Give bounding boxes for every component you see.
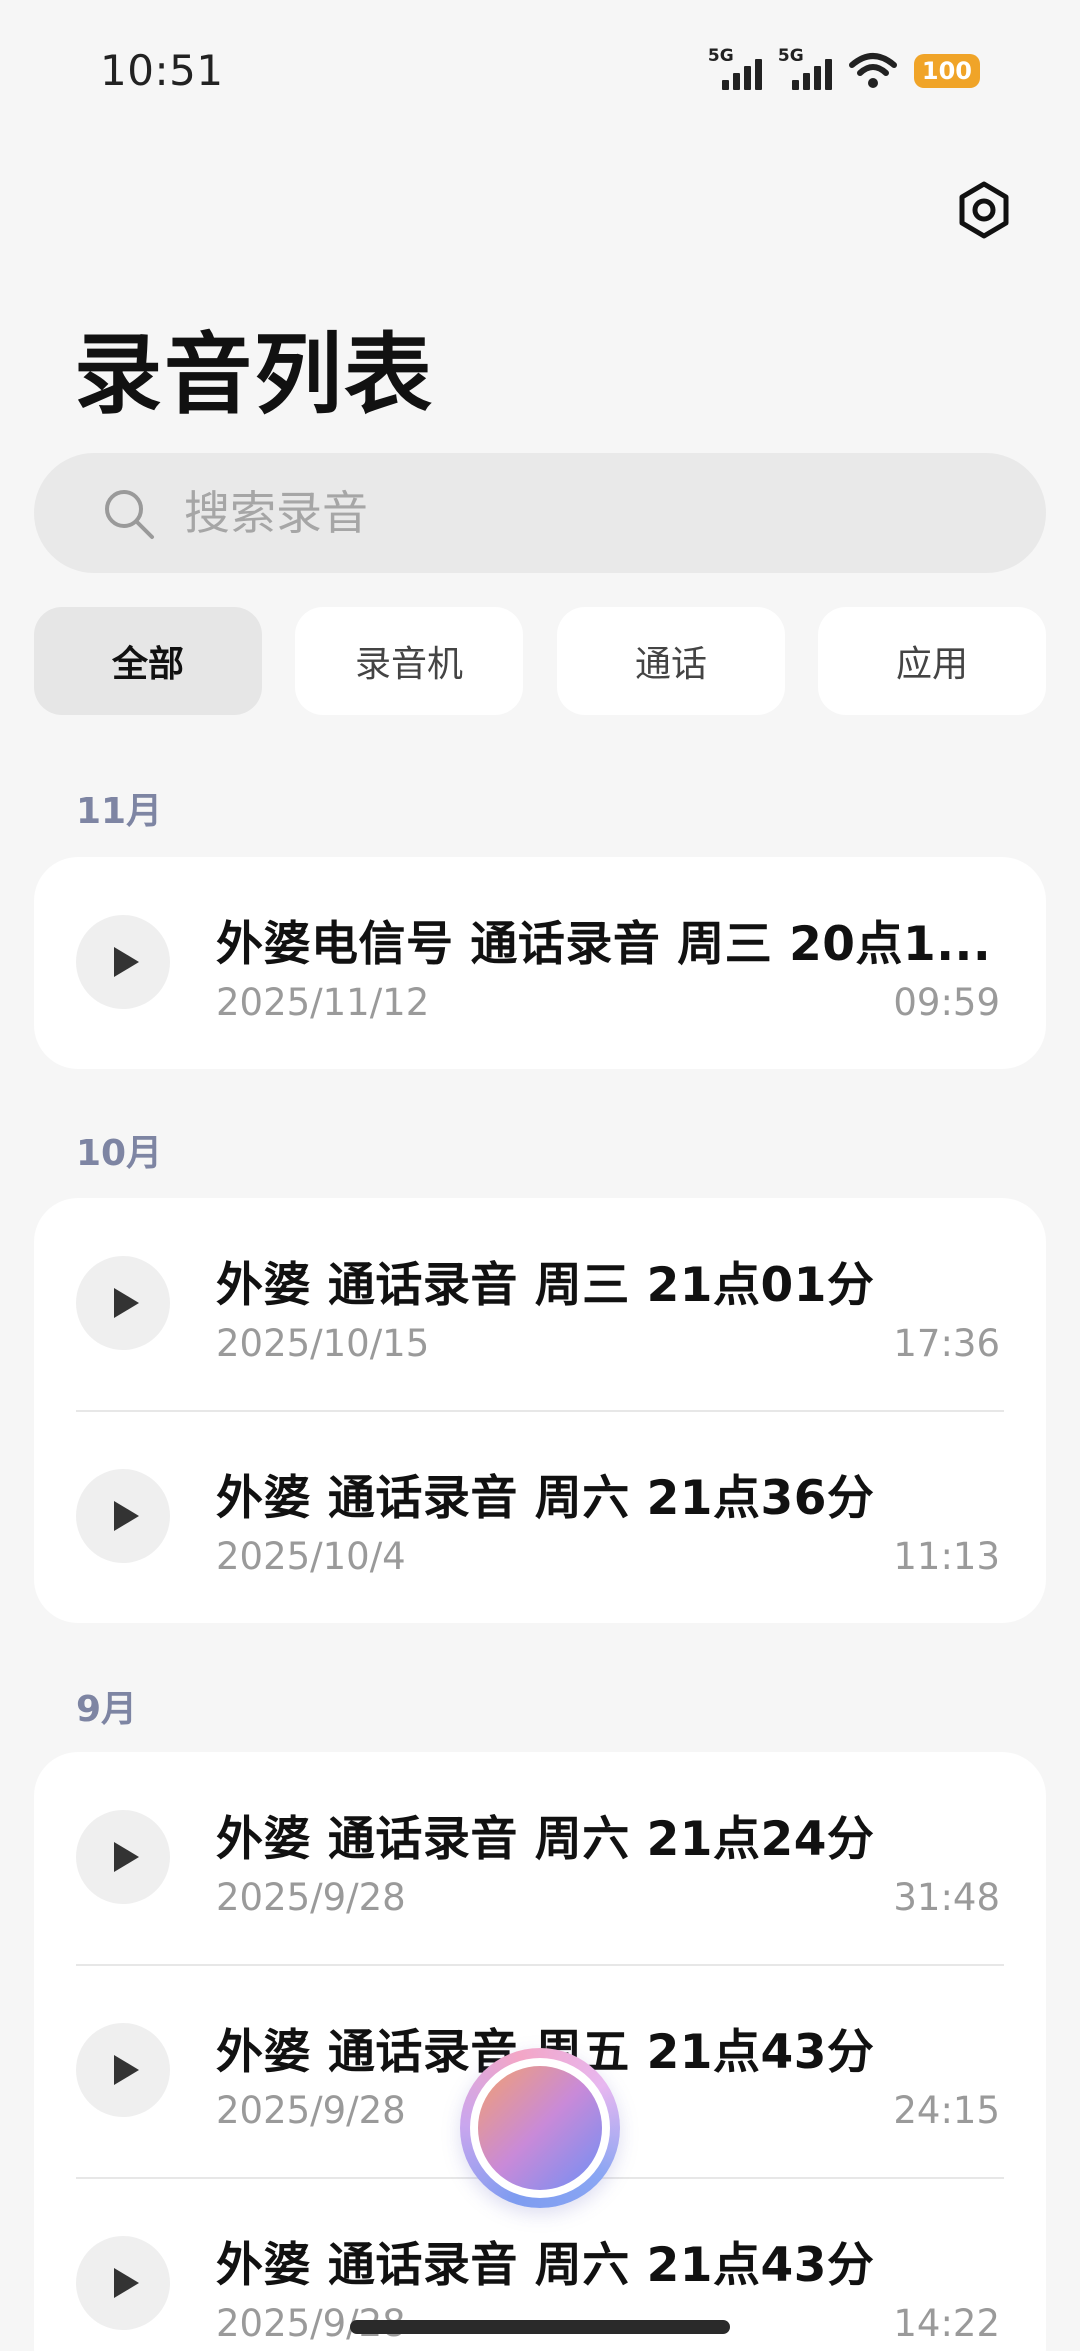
recording-title: 外婆 通话录音 周六 21点43分 (216, 2238, 875, 2293)
search-input[interactable] (184, 453, 984, 573)
play-button[interactable] (76, 1256, 170, 1350)
play-icon (114, 1842, 139, 1872)
recording-title: 外婆 通话录音 周三 21点01分 (216, 1258, 875, 1313)
recording-title: 外婆 通话录音 周六 21点36分 (216, 1471, 875, 1526)
signal-5g-icon: 5G (708, 46, 768, 92)
tab-all[interactable]: 全部 (34, 607, 262, 715)
recording-title: 外婆 通话录音 周六 21点24分 (216, 1812, 875, 1867)
battery-indicator: 100 (913, 54, 980, 88)
play-icon (114, 1288, 139, 1318)
settings-button[interactable] (950, 176, 1018, 244)
record-button[interactable] (460, 2048, 620, 2208)
play-icon (114, 2055, 139, 2085)
recording-item[interactable]: 外婆 通话录音 周六 21点36分 2025/10/4 11:13 (34, 1411, 1046, 1623)
play-button[interactable] (76, 1810, 170, 1904)
play-button[interactable] (76, 1469, 170, 1563)
gear-icon (959, 181, 1009, 239)
recording-group: 外婆 通话录音 周三 21点01分 2025/10/15 17:36 外婆 通话… (34, 1198, 1046, 1623)
search-bar[interactable] (34, 453, 1046, 573)
page-title: 录音列表 (74, 323, 435, 426)
wifi-icon (848, 53, 897, 88)
tab-apps[interactable]: 应用 (818, 607, 1046, 715)
recordings-screen: 10:51 5G 5G 100 录音列表 搜索录音 全部 录音机 通话 应用 1… (0, 0, 1080, 2351)
home-indicator[interactable] (350, 2320, 730, 2334)
recording-title: 外婆 通话录音 周五 21点43分 (216, 2025, 875, 2080)
play-button[interactable] (76, 2236, 170, 2330)
recording-duration: 31:48 (893, 1876, 1000, 1919)
tab-calls[interactable]: 通话 (557, 607, 785, 715)
recording-date: 2025/9/28 (216, 1876, 406, 1919)
search-icon (105, 490, 154, 539)
play-button[interactable] (76, 915, 170, 1009)
play-icon (114, 2268, 139, 2298)
play-icon (114, 947, 139, 977)
recording-item[interactable]: 外婆 通话录音 周三 21点01分 2025/10/15 17:36 (34, 1198, 1046, 1410)
recording-date: 2025/11/12 (216, 981, 430, 1024)
signal-5g-icon: 5G (778, 46, 838, 92)
recording-date: 2025/10/4 (216, 1535, 406, 1578)
recording-item[interactable]: 外婆 通话录音 周六 21点24分 2025/9/28 31:48 (34, 1752, 1046, 1964)
recording-duration: 17:36 (893, 1322, 1000, 1365)
recording-title: 外婆电信号 通话录音 周三 20点1... (216, 917, 992, 972)
status-bar: 10:51 5G 5G 100 (0, 0, 1080, 130)
month-header: 11月 (76, 791, 163, 832)
month-header: 10月 (76, 1133, 163, 1174)
month-header: 9月 (76, 1689, 138, 1730)
status-icons: 5G 5G 100 (708, 46, 980, 92)
recording-duration: 09:59 (893, 981, 1000, 1024)
recording-date: 2025/10/15 (216, 1322, 430, 1365)
tab-recorder[interactable]: 录音机 (295, 607, 523, 715)
recording-item[interactable]: 外婆电信号 通话录音 周三 20点1... 2025/11/12 09:59 (34, 857, 1046, 1069)
recording-duration: 24:15 (893, 2089, 1000, 2132)
recording-date: 2025/9/28 (216, 2089, 406, 2132)
recording-duration: 14:22 (893, 2302, 1000, 2345)
status-time: 10:51 (100, 46, 224, 95)
play-button[interactable] (76, 2023, 170, 2117)
recording-duration: 11:13 (893, 1535, 1000, 1578)
filter-tabs: 全部 录音机 通话 应用 (34, 607, 1046, 715)
recording-group: 外婆电信号 通话录音 周三 20点1... 2025/11/12 09:59 (34, 857, 1046, 1069)
record-icon (478, 2066, 602, 2190)
play-icon (114, 1501, 139, 1531)
